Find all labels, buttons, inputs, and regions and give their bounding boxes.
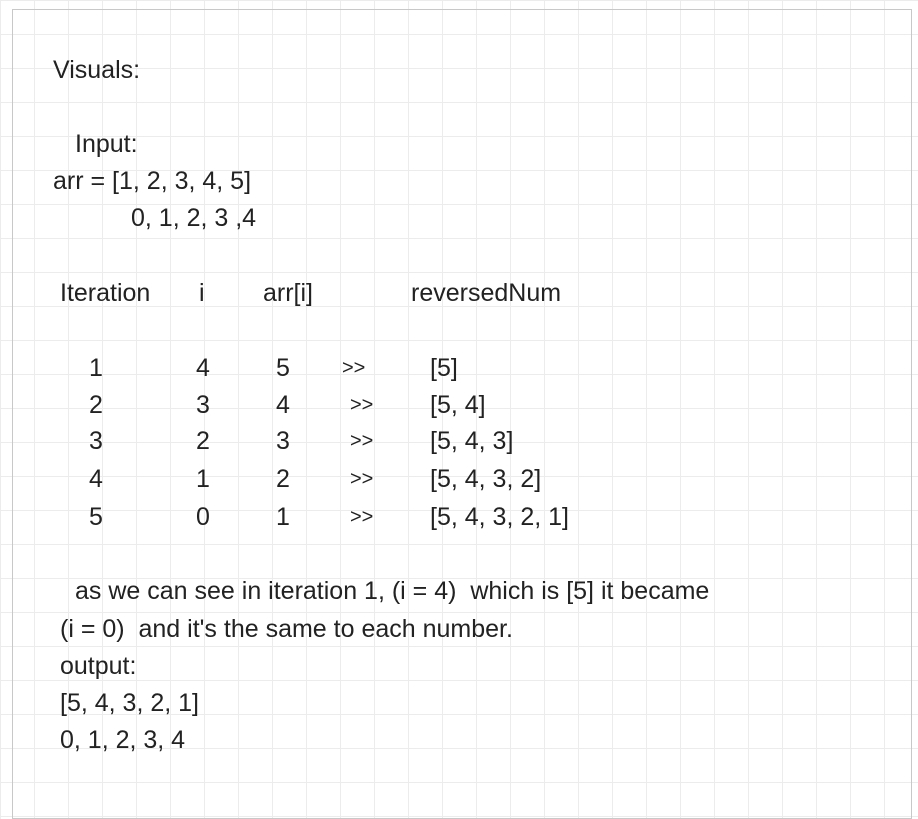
arrow-marker: >> (350, 506, 374, 528)
arrow-marker: >> (350, 430, 374, 452)
header-arr-i: arr[i] (263, 279, 313, 307)
arrow-marker: >> (342, 357, 366, 379)
cell-arr-value: 4 (276, 391, 290, 419)
cell-reversed: [5, 4, 3, 2, 1] (430, 503, 569, 531)
header-reversednum: reversedNum (411, 279, 562, 307)
cell-i: 2 (196, 427, 210, 455)
cell-iteration: 2 (89, 391, 103, 419)
cell-iteration: 4 (89, 465, 103, 493)
output-array: [5, 4, 3, 2, 1] (60, 689, 199, 717)
cell-reversed: [5] (430, 354, 458, 382)
input-array: arr = [1, 2, 3, 4, 5] (53, 167, 252, 195)
explanation-line-1: as we can see in iteration 1, (i = 4) wh… (75, 577, 710, 605)
cell-iteration: 1 (89, 354, 103, 382)
visuals-heading: Visuals: (53, 56, 141, 84)
header-iteration: Iteration (60, 279, 151, 307)
output-label: output: (60, 652, 137, 680)
input-label: Input: (75, 130, 138, 158)
cell-iteration: 5 (89, 503, 103, 531)
cell-iteration: 3 (89, 427, 103, 455)
arrow-marker: >> (350, 468, 374, 490)
cell-reversed: [5, 4] (430, 391, 486, 419)
header-i: i (199, 279, 205, 307)
input-indices: 0, 1, 2, 3 ,4 (131, 204, 257, 232)
cell-reversed: [5, 4, 3] (430, 427, 514, 455)
cell-arr-value: 1 (276, 503, 290, 531)
cell-arr-value: 2 (276, 465, 290, 493)
cell-arr-value: 5 (276, 354, 290, 382)
cell-i: 0 (196, 503, 210, 531)
output-indices: 0, 1, 2, 3, 4 (60, 726, 186, 754)
arrow-marker: >> (350, 394, 374, 416)
cell-i: 4 (196, 354, 210, 382)
cell-i: 3 (196, 391, 210, 419)
explanation-line-2: (i = 0) and it's the same to each number… (60, 615, 513, 643)
cell-i: 1 (196, 465, 210, 493)
cell-reversed: [5, 4, 3, 2] (430, 465, 542, 493)
cell-arr-value: 3 (276, 427, 290, 455)
